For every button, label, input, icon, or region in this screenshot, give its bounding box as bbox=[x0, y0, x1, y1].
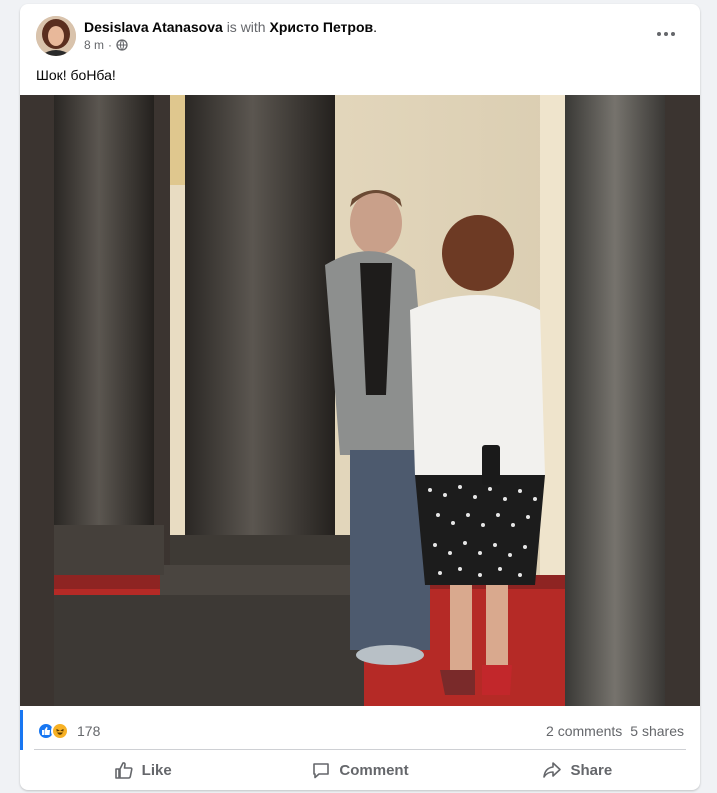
thumbs-up-icon bbox=[114, 762, 133, 779]
post-card: Desislava Atanasova is with Христо Петро… bbox=[20, 4, 700, 790]
reaction-summary[interactable]: 178 bbox=[37, 722, 100, 740]
author-name[interactable]: Desislava Atanasova bbox=[84, 19, 223, 35]
author-avatar[interactable] bbox=[36, 16, 76, 56]
meta-separator: · bbox=[108, 38, 113, 52]
post-author-line: Desislava Atanasova is with Христо Петро… bbox=[84, 18, 377, 36]
post-photo[interactable] bbox=[20, 95, 700, 706]
shares-count-link[interactable]: 5 shares bbox=[630, 723, 684, 739]
post-actions: Like Comment Share bbox=[34, 752, 686, 788]
engagement-counts: 2 comments 5 shares bbox=[546, 723, 684, 739]
comment-button[interactable]: Comment bbox=[251, 752, 468, 788]
post-header: Desislava Atanasova is with Христо Петро… bbox=[36, 16, 684, 60]
with-text: is with bbox=[226, 19, 266, 35]
reaction-count: 178 bbox=[77, 723, 101, 739]
post-text: Шок! боНба! bbox=[36, 67, 116, 83]
globe-icon bbox=[116, 39, 128, 51]
tagged-person[interactable]: Христо Петров bbox=[269, 19, 373, 35]
share-label: Share bbox=[570, 761, 613, 779]
comment-bubble-icon bbox=[313, 763, 330, 779]
like-button[interactable]: Like bbox=[34, 752, 251, 788]
post-meta: 8 m · bbox=[84, 38, 128, 52]
share-arrow-icon bbox=[543, 762, 562, 778]
more-options-button[interactable] bbox=[652, 24, 680, 44]
post-stats-bar: 178 2 comments 5 shares bbox=[20, 710, 700, 750]
comment-label: Comment bbox=[339, 761, 409, 779]
comments-count-link[interactable]: 2 comments bbox=[546, 723, 622, 739]
post-time[interactable]: 8 m bbox=[84, 38, 104, 52]
actions-divider bbox=[34, 749, 686, 750]
haha-reaction-icon bbox=[51, 722, 69, 740]
tagged-suffix: . bbox=[373, 19, 378, 35]
like-label: Like bbox=[141, 761, 172, 779]
more-horizontal-icon bbox=[657, 32, 661, 36]
share-button[interactable]: Share bbox=[469, 752, 686, 788]
